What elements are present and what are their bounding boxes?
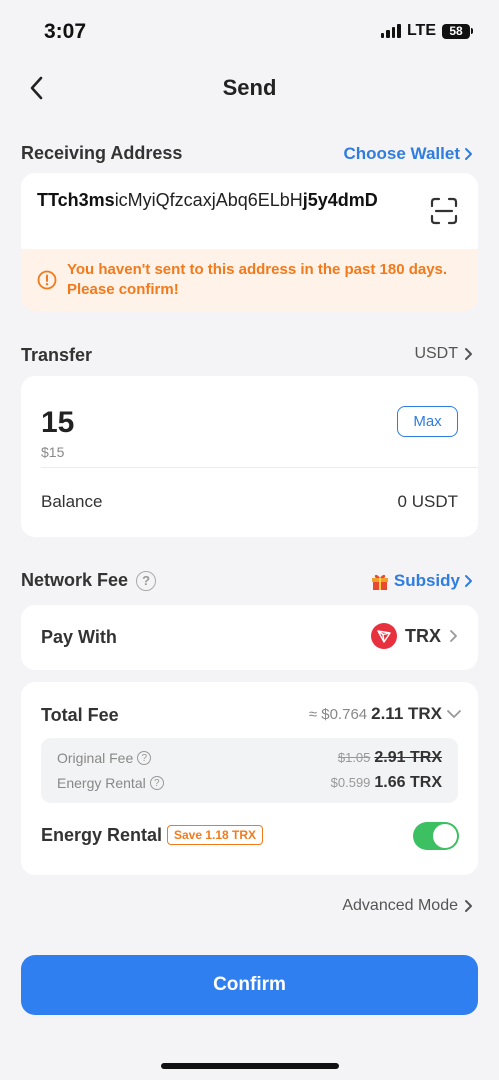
address-middle: icMyiQfzcaxjAbq6ELbH xyxy=(114,190,303,210)
total-fee-trx: 2.11 TRX xyxy=(371,704,442,723)
home-indicator xyxy=(161,1063,339,1069)
scan-button[interactable] xyxy=(430,197,458,225)
signal-icon xyxy=(380,24,401,38)
pay-with-row[interactable]: Pay With TRX xyxy=(21,605,478,670)
energy-rental-toggle[interactable] xyxy=(413,822,459,850)
save-badge: Save 1.18 TRX xyxy=(167,825,264,845)
address-end: j5y4dmD xyxy=(302,190,378,210)
amount-usd: $15 xyxy=(41,444,65,460)
total-fee-usd: ≈ $0.764 xyxy=(308,705,368,723)
token-selector[interactable]: USDT xyxy=(414,345,473,363)
chevron-right-icon xyxy=(465,148,472,160)
fee-breakdown: Original Fee ? $1.05 2.91 TRX Energy Ren… xyxy=(41,738,458,803)
battery-level: 58 xyxy=(442,23,470,39)
subsidy-label: Subsidy xyxy=(393,571,460,590)
warning-text: You haven't sent to this address in the … xyxy=(67,261,448,298)
network-fee-label: Network Fee xyxy=(21,570,129,590)
status-time: 3:07 xyxy=(44,20,87,43)
network-fee-header: Network Fee ? xyxy=(21,570,157,591)
toggle-knob xyxy=(433,824,457,848)
chevron-right-icon xyxy=(465,575,472,587)
gift-icon xyxy=(371,574,388,590)
warning-icon xyxy=(37,270,57,290)
chevron-down-icon xyxy=(447,710,461,718)
pay-with-token: TRX xyxy=(405,625,441,646)
page-title: Send xyxy=(222,75,277,100)
battery-icon: 58 xyxy=(442,23,473,39)
pay-with-selector[interactable]: TRX xyxy=(371,623,458,649)
chevron-right-icon xyxy=(465,348,472,360)
divider xyxy=(41,467,478,468)
address-card[interactable]: TTch3msicMyiQfzcaxjAbq6ELbHj5y4dmD xyxy=(21,173,478,249)
balance-value: 0 USDT xyxy=(397,492,458,511)
total-fee-card: Total Fee ≈ $0.764 2.11 TRX Original Fee… xyxy=(21,682,478,875)
balance-label: Balance xyxy=(41,492,103,511)
advanced-mode-link[interactable]: Advanced Mode xyxy=(342,897,473,915)
subsidy-link[interactable]: Subsidy xyxy=(370,571,473,591)
energy-rental-fee-row: Energy Rental ? $0.599 1.66 TRX xyxy=(57,774,442,792)
choose-wallet-label: Choose Wallet xyxy=(343,144,461,163)
max-button[interactable]: Max xyxy=(397,406,458,437)
address-start: TTch3ms xyxy=(37,190,115,210)
transfer-card: 15 $15 Max Balance 0 USDT xyxy=(21,376,478,537)
receiving-address[interactable]: TTch3msicMyiQfzcaxjAbq6ELbHj5y4dmD xyxy=(37,189,429,212)
chevron-right-icon xyxy=(465,900,472,912)
help-icon[interactable]: ? xyxy=(136,570,157,591)
confirm-button[interactable]: Confirm xyxy=(21,955,478,1015)
address-warning: You haven't sent to this address in the … xyxy=(21,249,478,311)
pay-with-label: Pay With xyxy=(41,627,117,647)
original-fee-label: Original Fee xyxy=(57,750,134,766)
amount-input[interactable]: 15 xyxy=(41,406,74,440)
total-fee-label: Total Fee xyxy=(41,705,119,725)
network-type: LTE xyxy=(406,22,436,39)
original-fee-usd: $1.05 xyxy=(337,750,371,765)
token-label: USDT xyxy=(414,345,458,362)
original-fee-row: Original Fee ? $1.05 2.91 TRX xyxy=(57,749,442,767)
advanced-mode-label: Advanced Mode xyxy=(342,897,458,914)
energy-rental-small-label: Energy Rental xyxy=(57,775,146,791)
total-fee-toggle[interactable]: ≈ $0.764 2.11 TRX xyxy=(309,704,462,724)
status-indicators: LTE 58 xyxy=(380,22,473,40)
chevron-right-icon xyxy=(450,630,457,642)
help-icon[interactable]: ? xyxy=(137,751,152,765)
energy-rental-trx: 1.66 TRX xyxy=(374,774,442,791)
scan-icon xyxy=(430,197,458,225)
transfer-label: Transfer xyxy=(21,345,93,365)
tron-logo-icon xyxy=(371,623,397,649)
help-icon[interactable]: ? xyxy=(149,776,164,790)
receiving-address-label: Receiving Address xyxy=(21,143,183,163)
choose-wallet-link[interactable]: Choose Wallet xyxy=(344,144,474,164)
energy-rental-label: Energy Rental xyxy=(41,825,163,845)
energy-rental-usd: $0.599 xyxy=(330,775,371,790)
original-fee-trx: 2.91 TRX xyxy=(374,749,442,766)
